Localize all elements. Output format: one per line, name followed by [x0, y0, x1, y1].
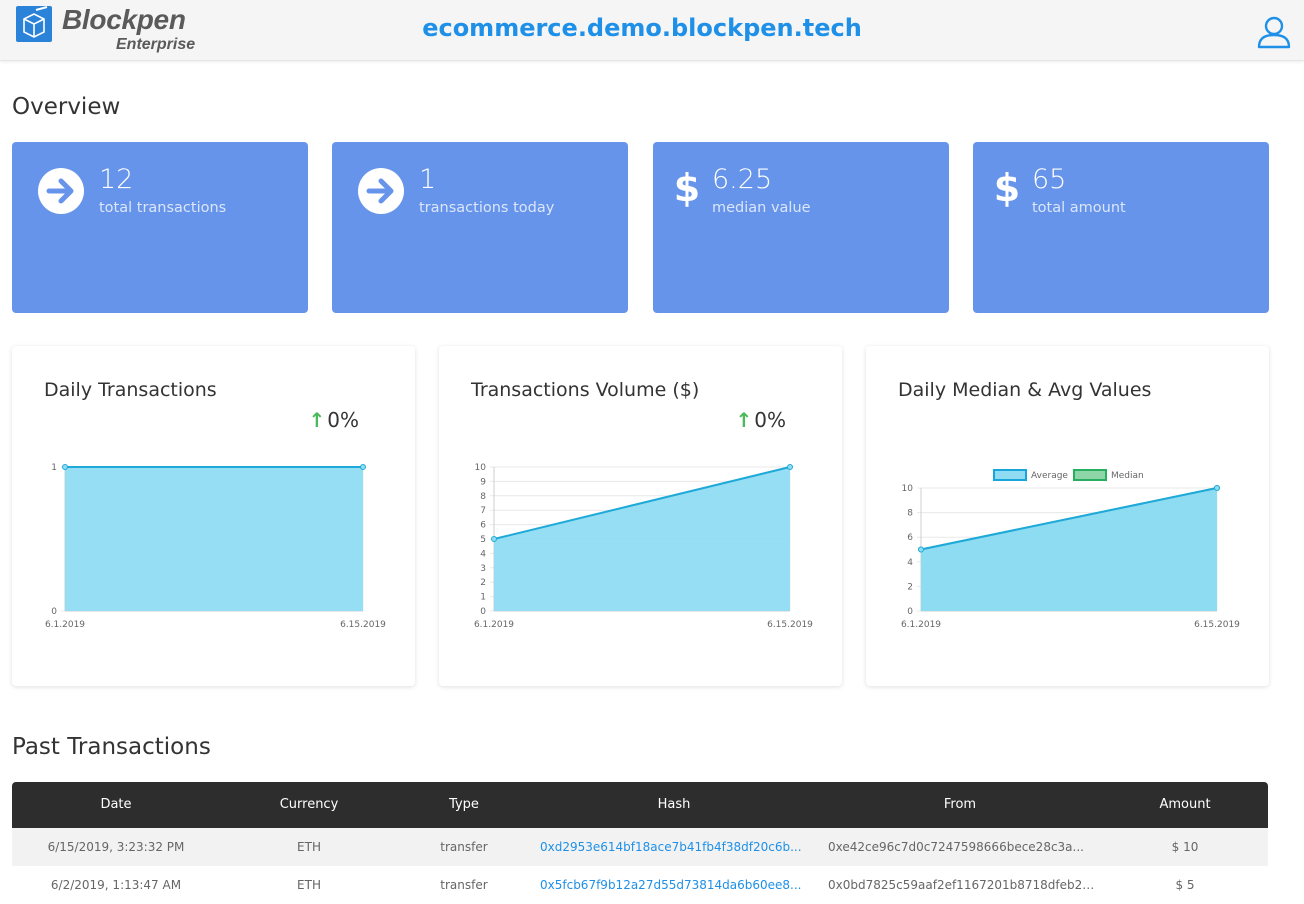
- legend-label: Median: [1111, 471, 1144, 481]
- stat-label: median value: [712, 200, 811, 216]
- y-tick-label: 9: [480, 477, 486, 487]
- stat-card-transactions-today[interactable]: 1 transactions today: [332, 142, 628, 313]
- stat-card-median-value[interactable]: $ 6.25 median value: [653, 142, 949, 313]
- dollar-icon: $: [673, 166, 701, 210]
- arrow-right-circle-icon: [358, 168, 404, 214]
- data-point: [62, 464, 68, 470]
- data-point: [787, 464, 793, 470]
- y-tick-label: 2: [907, 582, 913, 592]
- legend-swatch: [1073, 469, 1107, 481]
- y-tick-label: 4: [480, 549, 486, 559]
- stat-label: total amount: [1032, 200, 1126, 216]
- data-point: [360, 464, 366, 470]
- x-tick-label: 6.1.2019: [45, 620, 85, 630]
- y-tick-label: 0: [51, 607, 57, 617]
- site-domain: ecommerce.demo.blockpen.tech: [422, 14, 862, 42]
- daily-transactions-chart: 0 1 6.1.2019 6.15.2019: [45, 463, 386, 630]
- data-point: [918, 546, 924, 553]
- column-header-amount[interactable]: Amount: [1096, 797, 1274, 812]
- cell-amount: $ 5: [1175, 878, 1195, 892]
- median-avg-chart: 0 2 4 6 8 10 6.1.2019 6.15.2019 Average Median: [901, 469, 1240, 630]
- cell-from: 0xe42ce96c7d0c7247598666bece28c3a...: [828, 840, 1084, 854]
- y-tick-label: 5: [480, 535, 486, 545]
- x-tick-label: 6.1.2019: [901, 620, 941, 630]
- arrow-right-circle-icon: [38, 168, 84, 214]
- cell-amount: $ 10: [1171, 840, 1199, 854]
- table-row[interactable]: 6/15/2019, 3:23:32 PM ETH transfer 0xd29…: [12, 828, 1268, 866]
- column-header-type[interactable]: Type: [398, 797, 530, 812]
- cell-from: 0x0bd7825c59aaf2ef1167201b8718dfeb27...: [828, 878, 1096, 892]
- transactions-volume-chart: 0 1 2 3 4 5 6 7 8 9 10 6.1.2019 6.15.2019: [474, 463, 813, 630]
- top-header: Blockpen Enterprise ecommerce.demo.block…: [0, 0, 1304, 61]
- series-area: [921, 488, 1217, 611]
- stat-value: 12: [99, 164, 134, 195]
- table-header: Date Currency Type Hash From Amount: [12, 782, 1268, 828]
- y-tick-label: 1: [480, 593, 486, 603]
- cell-currency: ETH: [297, 878, 321, 892]
- cell-date: 6/2/2019, 1:13:47 AM: [50, 878, 182, 892]
- past-transactions-title: Past Transactions: [12, 734, 211, 760]
- x-tick-label: 6.15.2019: [767, 620, 813, 630]
- user-account-icon[interactable]: [1256, 14, 1292, 50]
- column-header-currency[interactable]: Currency: [220, 797, 398, 812]
- stat-card-total-transactions[interactable]: 12 total transactions: [12, 142, 308, 313]
- series-area: [65, 467, 363, 611]
- stat-label: total transactions: [99, 200, 227, 216]
- y-tick-label: 8: [907, 509, 913, 519]
- stat-value: 65: [1032, 164, 1067, 195]
- cell-type: transfer: [440, 840, 488, 854]
- transactions-table: Date Currency Type Hash From Amount 6/15…: [12, 782, 1268, 904]
- table-row[interactable]: 6/2/2019, 1:13:47 AM ETH transfer 0x5fcb…: [12, 866, 1268, 904]
- stat-value: 1: [419, 164, 437, 195]
- x-tick-label: 6.1.2019: [474, 620, 514, 630]
- cell-type: transfer: [440, 878, 488, 892]
- y-tick-label: 6: [907, 533, 913, 543]
- column-header-date[interactable]: Date: [12, 797, 220, 812]
- legend-label: Average: [1031, 471, 1068, 481]
- y-tick-label: 6: [480, 521, 486, 531]
- y-tick-label: 10: [902, 484, 914, 494]
- x-tick-label: 6.15.2019: [1194, 620, 1240, 630]
- chart-card-transactions-volume: Transactions Volume ($) ↑ 0% 0 1 2 3 4 5 6 7 8 9 10…: [439, 346, 842, 686]
- column-header-from[interactable]: From: [828, 797, 1092, 812]
- y-tick-label: 0: [907, 607, 913, 617]
- legend-swatch: [993, 469, 1027, 481]
- y-tick-label: 8: [480, 492, 486, 502]
- y-tick-label: 7: [480, 506, 486, 516]
- y-tick-label: 10: [475, 463, 487, 473]
- cell-hash-link[interactable]: 0xd2953e614bf18ace7b41fb4f38df20c6b...: [540, 840, 808, 854]
- cell-currency: ETH: [297, 840, 321, 854]
- stat-card-total-amount[interactable]: $ 65 total amount: [973, 142, 1269, 313]
- dollar-icon: $: [993, 166, 1021, 210]
- stat-label: transactions today: [419, 200, 555, 216]
- x-tick-label: 6.15.2019: [340, 620, 386, 630]
- y-tick-label: 1: [51, 463, 57, 473]
- series-area: [494, 467, 790, 611]
- y-tick-label: 4: [907, 558, 913, 568]
- chart-card-daily-transactions: Daily Transactions ↑ 0% 0 1 6.1.2019 6.15.20…: [12, 346, 415, 686]
- cell-hash-link[interactable]: 0x5fcb67f9b12a27d55d73814da6b60ee8...: [540, 878, 808, 892]
- y-tick-label: 2: [480, 578, 486, 588]
- data-point: [1214, 485, 1220, 491]
- overview-title: Overview: [12, 94, 121, 120]
- stat-value: 6.25: [712, 164, 773, 195]
- column-header-hash[interactable]: Hash: [540, 797, 808, 812]
- chart-card-median-avg: Daily Median & Avg Values 0 2 4 6 8 10 6.1.201…: [866, 346, 1269, 686]
- cell-date: 6/15/2019, 3:23:32 PM: [47, 840, 185, 854]
- data-point: [491, 536, 497, 542]
- y-tick-label: 3: [480, 564, 486, 574]
- y-tick-label: 0: [480, 607, 486, 617]
